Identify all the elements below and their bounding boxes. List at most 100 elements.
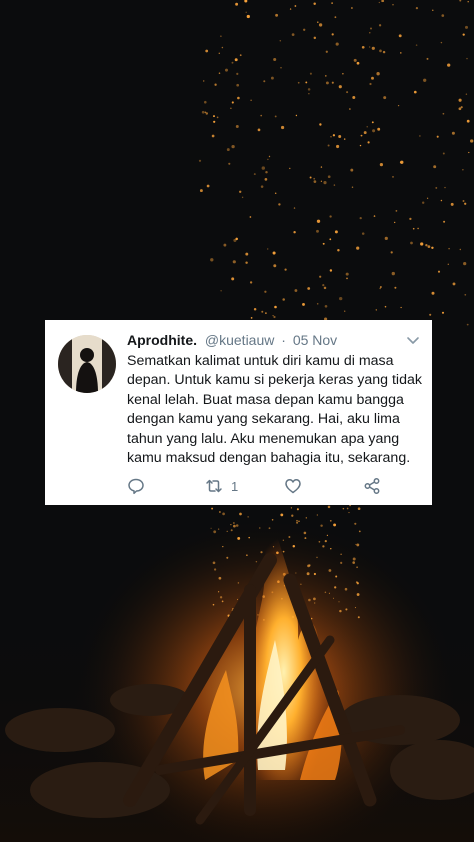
tweet-date[interactable]: 05 Nov: [293, 332, 337, 348]
ember-spark: [257, 128, 261, 132]
ember-spark: [289, 8, 292, 10]
display-name[interactable]: Aprodhite.: [127, 332, 197, 348]
tweet-header: Aprodhite. @kuetiauw · 05 Nov: [127, 332, 337, 348]
ember-spark: [361, 45, 365, 49]
ember-spark: [327, 175, 331, 179]
ember-spark: [372, 129, 376, 133]
ember-spark: [462, 169, 464, 171]
ember-spark: [264, 178, 268, 181]
ember-spark: [202, 80, 205, 82]
ember-spark: [331, 2, 333, 4]
ember-spark: [239, 190, 242, 193]
ember-spark: [235, 524, 239, 527]
ember-spark: [316, 556, 318, 559]
ember-spark: [235, 237, 238, 241]
chevron-down-icon[interactable]: [406, 336, 420, 346]
ember-spark: [442, 112, 445, 115]
ember-spark: [425, 244, 428, 247]
ember-spark: [320, 180, 323, 182]
ember-spark: [281, 125, 285, 130]
ember-spark: [309, 72, 312, 75]
ember-spark: [400, 306, 402, 309]
ember-spark: [294, 289, 298, 292]
ember-spark: [314, 602, 316, 604]
ember-spark: [400, 160, 404, 164]
ember-spark: [293, 207, 296, 209]
tweet-card[interactable]: Aprodhite. @kuetiauw · 05 Nov Sematkan k…: [45, 320, 432, 505]
ember-spark: [367, 141, 370, 144]
ember-spark: [247, 516, 249, 518]
ember-spark: [226, 148, 230, 152]
ember-spark: [280, 513, 284, 517]
ember-spark: [392, 4, 394, 6]
ember-spark: [431, 246, 434, 250]
ember-spark: [328, 592, 330, 594]
retweet-button[interactable]: 1: [205, 476, 238, 496]
ember-spark: [450, 202, 454, 206]
ember-spark: [338, 135, 342, 138]
ember-spark: [261, 166, 265, 170]
ember-spark: [221, 46, 224, 49]
ember-spark: [436, 135, 439, 138]
ember-spark: [458, 98, 462, 102]
ember-spark: [222, 512, 225, 516]
ember-spark: [308, 564, 311, 567]
ember-spark: [257, 614, 259, 616]
share-button[interactable]: [363, 476, 381, 496]
ember-spark: [470, 139, 474, 143]
ember-spark: [305, 517, 307, 519]
ember-spark: [317, 21, 319, 23]
ember-spark: [316, 219, 321, 223]
ember-spark: [466, 119, 470, 123]
ember-spark: [201, 110, 205, 114]
ember-spark: [226, 530, 228, 533]
retweet-count: 1: [231, 478, 239, 494]
ember-spark: [412, 227, 415, 230]
ember-spark: [409, 217, 412, 221]
ember-spark: [330, 548, 332, 550]
ember-spark: [462, 33, 465, 36]
ember-spark: [292, 544, 296, 548]
tweet-text-line: kenal lelah. Buat masa depan kamu bangga: [127, 391, 404, 408]
ember-spark: [278, 203, 281, 206]
ember-spark: [295, 572, 297, 574]
ember-spark: [294, 5, 297, 7]
ember-spark: [420, 242, 424, 246]
ember-spark: [339, 609, 342, 613]
ember-spark: [320, 166, 323, 168]
ember-spark: [324, 304, 328, 308]
ember-spark: [464, 293, 467, 296]
ember-spark: [246, 14, 250, 19]
like-button[interactable]: [284, 476, 302, 496]
ember-spark: [230, 107, 232, 110]
ember-spark: [220, 290, 222, 292]
ember-spark: [422, 201, 425, 204]
ember-spark: [230, 523, 232, 526]
ember-spark: [346, 507, 349, 510]
ember-spark: [303, 531, 307, 535]
ember-spark: [379, 163, 383, 167]
ember-spark: [279, 40, 282, 42]
ember-spark: [331, 81, 334, 84]
ember-spark: [417, 227, 419, 230]
ember-spark: [272, 314, 274, 317]
user-handle[interactable]: @kuetiauw: [205, 332, 274, 348]
ember-spark: [432, 9, 434, 11]
ember-spark: [447, 263, 449, 265]
like-icon: [285, 479, 301, 494]
ember-spark: [231, 61, 234, 64]
ember-spark: [216, 116, 219, 119]
ember-spark: [199, 189, 203, 193]
ember-spark: [349, 108, 351, 110]
ember-spark: [323, 286, 327, 290]
ember-spark: [354, 522, 357, 525]
ember-spark: [369, 32, 371, 34]
ember-spark: [343, 138, 346, 140]
ember-spark: [259, 527, 261, 529]
reply-button[interactable]: [127, 476, 145, 496]
share-icon: [364, 478, 380, 494]
ember-spark: [219, 511, 221, 513]
ember-spark: [213, 530, 217, 534]
ember-spark: [282, 539, 284, 541]
avatar[interactable]: [58, 335, 116, 393]
